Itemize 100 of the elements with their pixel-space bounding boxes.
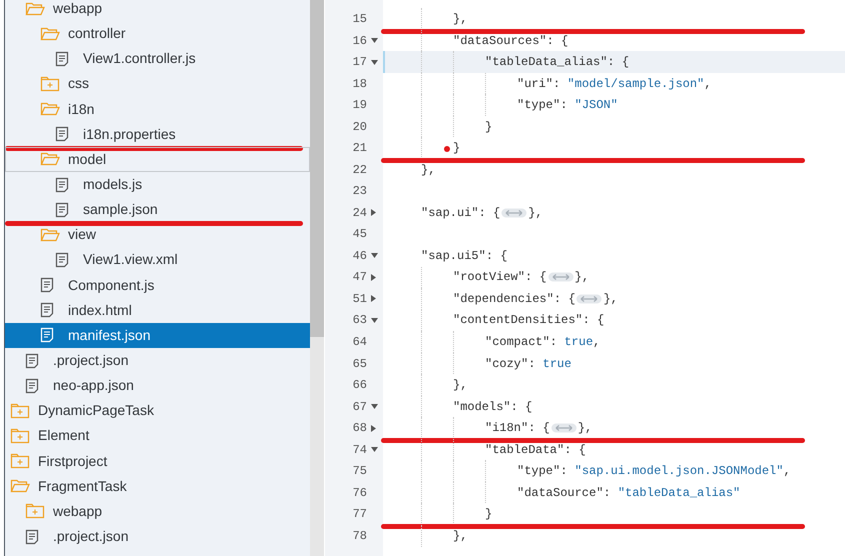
tree-item[interactable]: Element: [5, 423, 310, 449]
code-text: }: [485, 506, 492, 524]
tree-item[interactable]: model: [5, 146, 310, 172]
tree-item[interactable]: DynamicPageTask: [5, 398, 310, 424]
code-text: },: [603, 290, 618, 308]
code-text: "dataSources": {: [453, 32, 568, 50]
code-text: "cozy": true: [485, 356, 572, 373]
line-number: 16: [352, 32, 367, 50]
open-folder-icon: [40, 102, 60, 116]
file-icon: [55, 176, 69, 193]
folder-plus-icon: [10, 402, 30, 419]
tree-item[interactable]: webapp: [5, 498, 310, 524]
tree-item[interactable]: View1.view.xml: [5, 247, 310, 273]
code-text: "sap.ui": {: [421, 204, 500, 222]
line-number: 75: [352, 463, 367, 480]
line-number: 23: [352, 183, 367, 200]
tree-item[interactable]: Component.js: [5, 272, 310, 298]
code-text: "compact": true,: [485, 334, 600, 351]
folder-plus-icon: [10, 453, 30, 470]
open-folder-icon: [40, 228, 60, 242]
code-text: "rootView": {: [453, 269, 547, 286]
file-icon: [55, 126, 69, 142]
tree-item[interactable]: css: [5, 71, 310, 97]
file-icon: [40, 277, 54, 294]
line-number: 19: [352, 97, 367, 114]
tree-item[interactable]: webapp: [5, 0, 310, 22]
tree-item[interactable]: manifest.json: [5, 322, 310, 348]
caret-icon[interactable]: [371, 274, 376, 281]
code-text: },: [528, 204, 543, 222]
code-text: "models": {: [453, 398, 532, 416]
tree-item[interactable]: view: [5, 222, 310, 248]
line-number: 45: [352, 226, 367, 244]
code-text: }: [453, 140, 460, 158]
line-number: 24: [352, 204, 367, 222]
open-folder-icon: [40, 152, 60, 166]
tree-item[interactable]: sample.json: [5, 197, 310, 222]
file-icon: [40, 302, 54, 318]
caret-icon[interactable]: [371, 404, 378, 410]
code-text: "uri": "model/sample.json",: [517, 76, 712, 93]
line-number: 67: [352, 398, 367, 416]
tree-item[interactable]: FragmentTask: [5, 474, 310, 499]
line-number: 20: [352, 118, 367, 136]
file-icon: [40, 327, 54, 344]
line-number: 68: [352, 420, 367, 438]
code-text: }: [485, 118, 492, 136]
code-text: },: [421, 162, 436, 179]
tree-item[interactable]: controller: [5, 21, 310, 46]
tree-item[interactable]: models.js: [5, 172, 310, 198]
caret-icon[interactable]: [371, 424, 376, 432]
folder-plus-icon: [40, 76, 60, 92]
tree-item[interactable]: index.html: [5, 298, 310, 323]
line-number: 51: [352, 290, 367, 308]
line-number: 65: [352, 356, 367, 373]
folder-plus-icon: [25, 503, 45, 520]
line-number: 46: [352, 248, 367, 265]
file-icon: [55, 252, 69, 268]
code-text: },: [453, 528, 468, 545]
code-text: "type": "sap.ui.model.json.JSONModel",: [517, 463, 791, 480]
open-folder-icon: [40, 26, 60, 41]
tree-item[interactable]: neo-app.json: [5, 373, 310, 398]
code-text: "dependencies": {: [453, 290, 576, 308]
file-icon: [25, 528, 39, 545]
line-number: 76: [352, 484, 367, 502]
caret-icon[interactable]: [371, 318, 378, 323]
line-number: 18: [352, 76, 367, 93]
line-number: 64: [352, 334, 367, 351]
folder-plus-icon: [10, 428, 30, 444]
code-text: "contentDensities": {: [453, 312, 604, 330]
caret-icon[interactable]: [371, 253, 378, 258]
code-text: },: [453, 377, 468, 394]
tree-item[interactable]: .project.json: [5, 348, 310, 374]
tree-item[interactable]: i18n.properties: [5, 122, 310, 147]
caret-icon[interactable]: [371, 447, 378, 452]
code-text: "dataSource": "tableData_alias": [517, 484, 740, 502]
open-folder-icon: [25, 2, 45, 16]
line-number: 21: [352, 140, 367, 158]
code-text: "i18n": {: [485, 420, 550, 438]
file-icon: [55, 50, 69, 67]
line-number: 22: [352, 162, 367, 179]
line-number: 74: [352, 442, 367, 459]
code-text: "sap.ui5": {: [421, 248, 508, 265]
line-number: 77: [352, 506, 367, 524]
caret-icon[interactable]: [371, 209, 376, 216]
line-number: 17: [352, 54, 367, 72]
tree-item[interactable]: View1.controller.js: [5, 46, 310, 72]
caret-icon[interactable]: [371, 38, 378, 44]
code-text: },: [574, 269, 590, 286]
scrollbar-thumb[interactable]: [310, 0, 324, 337]
code-text: "type": "JSON": [517, 97, 618, 114]
tree-item[interactable]: i18n: [5, 96, 310, 122]
code-text: },: [453, 11, 468, 28]
caret-icon[interactable]: [371, 295, 376, 302]
tree-item[interactable]: .project.json: [5, 524, 310, 550]
code-text: "tableData_alias": {: [485, 54, 630, 72]
file-icon: [25, 378, 39, 394]
tree-item[interactable]: Firstproject: [5, 448, 310, 474]
file-icon: [55, 202, 69, 218]
code-text: "tableData": {: [485, 442, 586, 459]
caret-icon[interactable]: [371, 60, 378, 65]
open-folder-icon: [10, 479, 30, 494]
